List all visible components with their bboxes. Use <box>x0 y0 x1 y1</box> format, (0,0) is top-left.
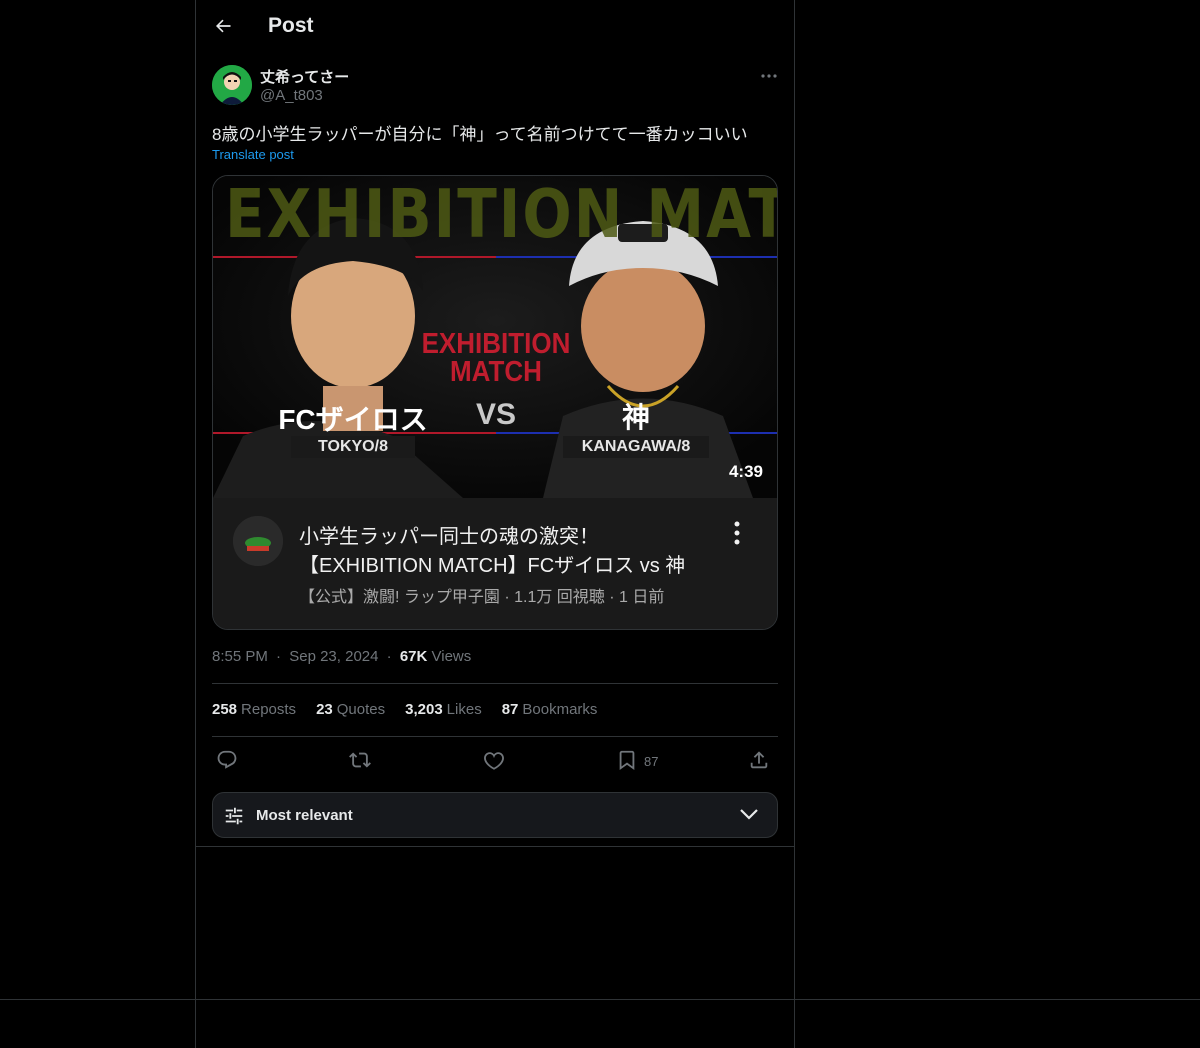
engagement-stats: 258 Reposts 23 Quotes 3,203 Likes 87 Bookmar… <box>212 701 597 718</box>
vs-label: VS <box>475 398 517 431</box>
heart-icon <box>483 749 505 774</box>
video-info: 小学生ラッパー同士の魂の激突！ 【EXHIBITION MATCH】FCザイロス… <box>213 498 777 629</box>
divider-2 <box>212 736 778 737</box>
reply-button[interactable] <box>216 748 238 774</box>
share-button[interactable] <box>748 748 770 774</box>
sort-replies-dropdown[interactable]: Most relevant <box>212 792 778 838</box>
bookmarks-label: Bookmarks <box>522 701 598 718</box>
views-count: 67K <box>399 648 428 665</box>
right-player-sub: KANAGAWA/8 <box>563 436 709 458</box>
left-player-name: FCザイロス <box>278 404 428 435</box>
more-options-icon[interactable] <box>758 66 780 86</box>
reposts-count: 258 <box>212 701 238 718</box>
page-title: Post <box>268 14 314 37</box>
likes-label: Likes <box>446 701 482 718</box>
share-icon <box>748 749 770 774</box>
post-time[interactable]: 8:55 PM <box>212 648 268 665</box>
stamp-dot: · <box>276 648 282 665</box>
repost-icon <box>349 749 371 774</box>
likes-count: 3,203 <box>405 701 443 718</box>
video-title-line1[interactable]: 小学生ラッパー同士の魂の激突！ <box>299 520 599 549</box>
bookmark-icon <box>616 749 638 774</box>
back-arrow-icon[interactable] <box>210 13 236 39</box>
video-duration: 4:39 <box>728 462 763 481</box>
sliders-icon <box>223 805 245 832</box>
stamp-dot-2: · <box>386 648 392 665</box>
sort-label: Most relevant <box>256 807 353 824</box>
bookmarks-count: 87 <box>501 701 519 718</box>
center-title-line2: MATCH <box>450 354 542 388</box>
reposts-stat[interactable]: 258 Reposts <box>212 701 296 718</box>
quotes-count: 23 <box>316 701 333 718</box>
banner-text: EXHIBITION MATCH <box>225 176 777 254</box>
post-text: 8歳の小学生ラッパーが自分に「神」って名前つけてて一番カッコいい <box>212 125 748 144</box>
left-player-sub: TOKYO/8 <box>291 436 415 458</box>
views-label: Views <box>431 648 472 665</box>
divider-3 <box>196 846 794 847</box>
reply-icon <box>216 749 238 774</box>
main-column: Post 丈希ってさー @A_t803 8歳の小学生ラッパーが自分に「神」って名… <box>195 0 795 1048</box>
chevron-down-icon <box>739 807 759 826</box>
author-name[interactable]: 丈希ってさー <box>260 66 349 87</box>
repost-button[interactable] <box>349 748 371 774</box>
action-bar: 87 <box>212 748 778 776</box>
reposts-label: Reposts <box>241 701 297 718</box>
quotes-label: Quotes <box>336 701 386 718</box>
translate-post-link[interactable]: Translate post <box>212 147 294 162</box>
post-timestamp: 8:55 PM · Sep 23, 2024 · 67K Views <box>212 648 471 665</box>
post-header: Post <box>196 0 794 53</box>
video-card[interactable]: EXHIBITION MATCH EXHIBITION MATCH FCザイロス… <box>212 175 778 630</box>
bookmarks-stat[interactable]: 87 Bookmarks <box>502 701 598 718</box>
likes-stat[interactable]: 3,203 Likes <box>405 701 482 718</box>
video-meta: 【公式】激闘! ラップ甲子園 · 1.1万 回視聴 · 1 日前 <box>299 589 665 606</box>
quotes-stat[interactable]: 23 Quotes <box>316 701 385 718</box>
right-player-name: 神 <box>621 402 650 433</box>
bookmark-button[interactable]: 87 <box>616 748 658 774</box>
like-button[interactable] <box>483 748 505 774</box>
divider-1 <box>212 683 778 684</box>
bookmark-count: 87 <box>644 753 659 769</box>
video-more-icon[interactable] <box>727 520 747 546</box>
video-thumbnail[interactable]: EXHIBITION MATCH EXHIBITION MATCH FCザイロス… <box>213 176 777 498</box>
author-avatar[interactable] <box>212 65 252 105</box>
post-date[interactable]: Sep 23, 2024 <box>289 648 378 665</box>
video-title-line2[interactable]: 【EXHIBITION MATCH】FCザイロス vs 神 <box>299 549 685 578</box>
channel-avatar[interactable] <box>233 516 283 566</box>
author-handle[interactable]: @A_t803 <box>260 87 323 104</box>
